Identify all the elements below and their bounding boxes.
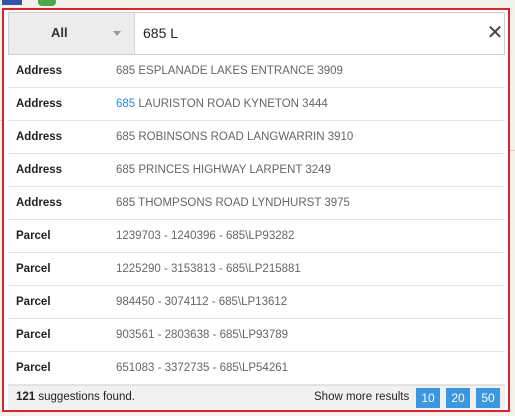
suggestion-type: Parcel: [16, 263, 51, 275]
suggestion-type: Address: [16, 131, 63, 143]
list-item[interactable]: Address 685 ESPLANADE LAKES ENTRANCE 390…: [8, 55, 505, 88]
suggestion-text: 1239703 - 1240396 - 685\LP93282: [116, 230, 294, 242]
suggestion-type: Parcel: [16, 329, 51, 341]
suggestion-text: 685 LAURISTON ROAD KYNETON 3444: [116, 98, 328, 110]
map-control-icon: [38, 0, 56, 6]
suggestion-rest: 651083 - 3372735 - 685\LP54261: [116, 362, 289, 374]
list-item[interactable]: Parcel 1225290 - 3153813 - 685\LP215881: [8, 253, 505, 286]
filter-dropdown[interactable]: All: [9, 13, 135, 54]
suggestion-type: Address: [16, 197, 63, 209]
suggestion-list: Address 685 ESPLANADE LAKES ENTRANCE 390…: [8, 55, 505, 385]
search-input[interactable]: [143, 19, 473, 47]
results-count: 121: [16, 391, 36, 403]
suggestion-type: Parcel: [16, 362, 51, 374]
close-icon[interactable]: ✕: [486, 23, 504, 43]
show-more-label: Show more results: [314, 391, 410, 403]
suggestion-text: 685 PRINCES HIGHWAY LARPENT 3249: [116, 164, 331, 176]
suggestion-rest: 685 PRINCES HIGHWAY LARPENT 3249: [116, 164, 331, 176]
list-item[interactable]: Address 685 ROBINSONS ROAD LANGWARRIN 39…: [8, 121, 505, 154]
suggestion-rest: 1239703 - 1240396 - 685\LP93282: [116, 230, 295, 242]
suggestion-type: Parcel: [16, 230, 51, 242]
suggestion-text: 651083 - 3372735 - 685\LP54261: [116, 362, 288, 374]
suggestion-type: Address: [16, 65, 63, 77]
search-panel: All ✕ Address 685 ESPLANADE LAKES ENTRAN…: [2, 8, 510, 412]
suggestion-rest: LAURISTON ROAD KYNETON 3444: [135, 98, 328, 110]
suggestion-type: Address: [16, 98, 63, 110]
filter-label: All: [51, 25, 68, 40]
suggestion-text: 685 ESPLANADE LAKES ENTRANCE 3909: [116, 65, 343, 77]
suggestion-text: 1225290 - 3153813 - 685\LP215881: [116, 263, 301, 275]
list-item[interactable]: Address 685 LAURISTON ROAD KYNETON 3444: [8, 88, 505, 121]
suggestion-rest: 1225290 - 3153813 - 685\LP215881: [116, 263, 301, 275]
suggestion-text: 984450 - 3074112 - 685\LP13612: [116, 296, 287, 308]
page-size-50-button[interactable]: 50: [476, 388, 500, 408]
suggestion-type: Parcel: [16, 296, 51, 308]
suggestion-rest: 984450 - 3074112 - 685\LP13612: [116, 296, 288, 308]
match-highlight: 685: [116, 98, 136, 110]
results-footer: 121 suggestions found. Show more results…: [8, 385, 505, 409]
page-size-10-button[interactable]: 10: [416, 388, 440, 408]
suggestion-type: Address: [16, 164, 63, 176]
suggestion-text: 903561 - 2803638 - 685\LP93789: [116, 329, 288, 341]
page-size-20-button[interactable]: 20: [446, 388, 470, 408]
results-count-suffix: suggestions found.: [35, 391, 135, 403]
suggestion-text: 685 ROBINSONS ROAD LANGWARRIN 3910: [116, 131, 353, 143]
search-bar: All ✕: [8, 12, 505, 55]
suggestion-rest: 685 THOMPSONS ROAD LYNDHURST 3975: [116, 197, 350, 209]
list-item[interactable]: Parcel 651083 - 3372735 - 685\LP54261: [8, 352, 505, 385]
suggestion-rest: 685 ROBINSONS ROAD LANGWARRIN 3910: [116, 131, 354, 143]
suggestion-rest: 685 ESPLANADE LAKES ENTRANCE 3909: [116, 65, 343, 77]
list-item[interactable]: Parcel 1239703 - 1240396 - 685\LP93282: [8, 220, 505, 253]
list-item[interactable]: Address 685 THOMPSONS ROAD LYNDHURST 397…: [8, 187, 505, 220]
results-count-text: 121 suggestions found.: [16, 391, 135, 403]
suggestion-text: 685 THOMPSONS ROAD LYNDHURST 3975: [116, 197, 350, 209]
list-item[interactable]: Parcel 903561 - 2803638 - 685\LP93789: [8, 319, 505, 352]
suggestion-rest: 903561 - 2803638 - 685\LP93789: [116, 329, 289, 341]
list-item[interactable]: Parcel 984450 - 3074112 - 685\LP13612: [8, 286, 505, 319]
chevron-down-icon: [113, 31, 121, 36]
map-control-icon: [2, 0, 22, 5]
list-item[interactable]: Address 685 PRINCES HIGHWAY LARPENT 3249: [8, 154, 505, 187]
